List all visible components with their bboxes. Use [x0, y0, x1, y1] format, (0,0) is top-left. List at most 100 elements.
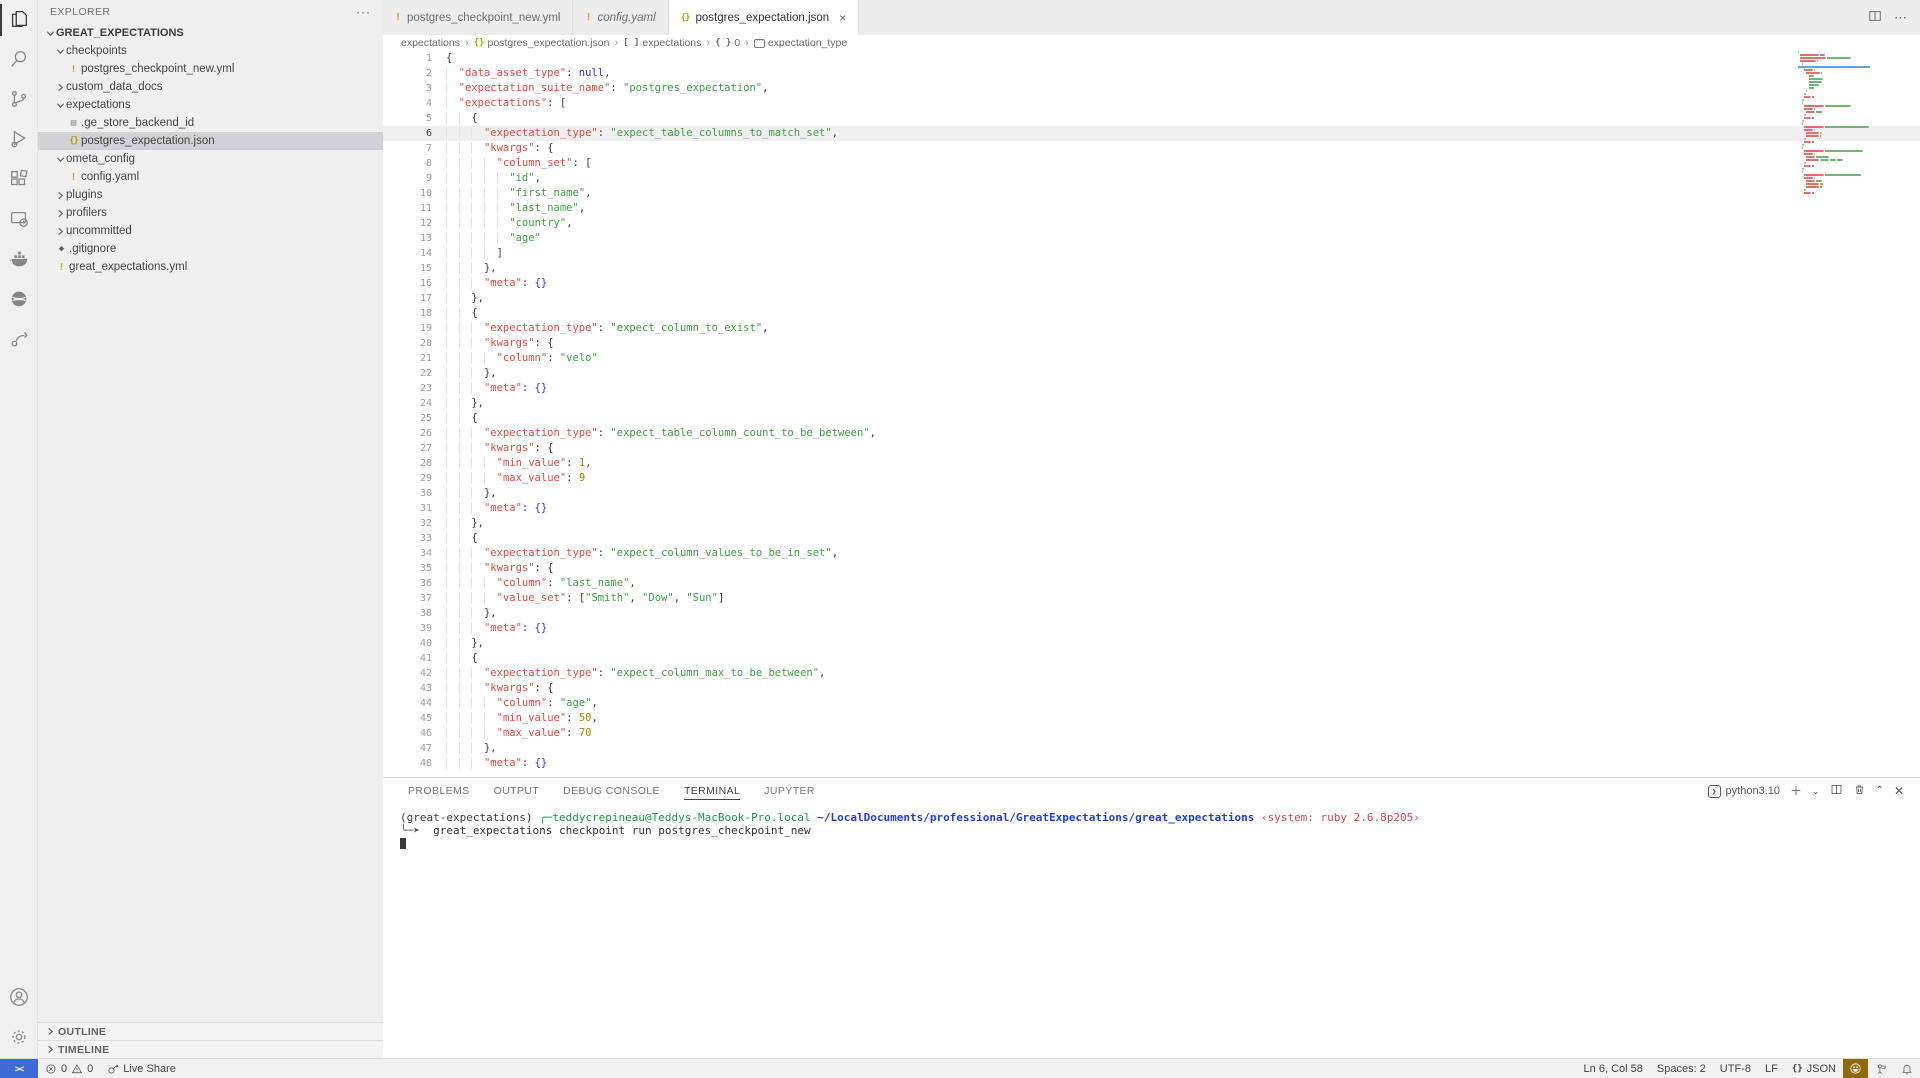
feedback-person[interactable] — [1868, 1059, 1894, 1078]
code-line-23[interactable]: 23 "meta": {} — [383, 381, 1920, 396]
sidebar-item-uncommitted[interactable]: uncommitted — [38, 222, 383, 240]
panel-tab-output[interactable]: OUTPUT — [494, 778, 540, 804]
split-terminal-icon[interactable] — [1830, 783, 1843, 799]
code-line-21[interactable]: 21 "column": "velo" — [383, 351, 1920, 366]
code-line-37[interactable]: 37 "value_set": ["Smith", "Dow", "Sun"] — [383, 591, 1920, 606]
code-line-47[interactable]: 47 }, — [383, 741, 1920, 756]
sidebar-item-config-yaml[interactable]: !config.yaml — [38, 168, 383, 186]
code-line-15[interactable]: 15 }, — [383, 261, 1920, 276]
panel-tab-debug-console[interactable]: DEBUG CONSOLE — [563, 778, 660, 804]
code-line-16[interactable]: 16 "meta": {} — [383, 276, 1920, 291]
code-line-28[interactable]: 28 "min_value": 1, — [383, 456, 1920, 471]
code-line-8[interactable]: 8 "column_set": [ — [383, 156, 1920, 171]
code-line-4[interactable]: 4 "expectations": [ — [383, 96, 1920, 111]
sidebar-item-custom-data-docs[interactable]: custom_data_docs — [38, 78, 383, 96]
code-line-38[interactable]: 38 }, — [383, 606, 1920, 621]
status-language-mode[interactable]: {}JSON — [1785, 1059, 1843, 1078]
code-line-18[interactable]: 18 { — [383, 306, 1920, 321]
status-indentation[interactable]: Spaces: 2 — [1650, 1059, 1713, 1078]
code-line-22[interactable]: 22 }, — [383, 366, 1920, 381]
code-line-9[interactable]: 9 "id", — [383, 171, 1920, 186]
code-line-20[interactable]: 20 "kwargs": { — [383, 336, 1920, 351]
code-editor[interactable]: 1{2 "data_asset_type": null,3 "expectati… — [383, 51, 1920, 777]
problems-status[interactable]: 0 0 — [38, 1059, 100, 1078]
sidebar-item-postgres-checkpoint-new-yml[interactable]: !postgres_checkpoint_new.yml — [38, 60, 383, 78]
code-line-46[interactable]: 46 "max_value": 70 — [383, 726, 1920, 741]
close-icon[interactable]: × — [839, 11, 846, 25]
new-terminal-icon[interactable]: ＋ — [1790, 785, 1802, 797]
code-line-3[interactable]: 3 "expectation_suite_name": "postgres_ex… — [383, 81, 1920, 96]
code-line-32[interactable]: 32 }, — [383, 516, 1920, 531]
code-line-42[interactable]: 42 "expectation_type": "expect_column_ma… — [383, 666, 1920, 681]
code-line-39[interactable]: 39 "meta": {} — [383, 621, 1920, 636]
code-line-45[interactable]: 45 "min_value": 50, — [383, 711, 1920, 726]
code-line-30[interactable]: 30 }, — [383, 486, 1920, 501]
code-line-25[interactable]: 25 { — [383, 411, 1920, 426]
code-line-34[interactable]: 34 "expectation_type": "expect_column_va… — [383, 546, 1920, 561]
activity-bar-item-source-control[interactable] — [0, 80, 38, 120]
code-line-19[interactable]: 19 "expectation_type": "expect_column_to… — [383, 321, 1920, 336]
code-line-44[interactable]: 44 "column": "age", — [383, 696, 1920, 711]
status-cursor-position[interactable]: Ln 6, Col 58 — [1577, 1059, 1650, 1078]
breadcrumb-item-postgres-expectation-json[interactable]: {}postgres_expectation.json — [474, 37, 610, 49]
sidebar-item-postgres-expectation-json[interactable]: {}postgres_expectation.json — [38, 132, 383, 150]
sidebar-item-plugins[interactable]: plugins — [38, 186, 383, 204]
kill-terminal-icon[interactable] — [1853, 783, 1866, 799]
code-line-43[interactable]: 43 "kwargs": { — [383, 681, 1920, 696]
close-panel-icon[interactable]: ✕ — [1894, 785, 1904, 797]
code-line-11[interactable]: 11 "last_name", — [383, 201, 1920, 216]
activity-bar-item-remote-explorer[interactable] — [0, 200, 38, 240]
sidebar-more-actions-icon[interactable]: ··· — [356, 5, 371, 19]
code-line-17[interactable]: 17 }, — [383, 291, 1920, 306]
breadcrumb-item-expectations[interactable]: [ ]expectations — [623, 37, 701, 49]
panel-tab-problems[interactable]: PROBLEMS — [408, 778, 470, 804]
status-encoding[interactable]: UTF-8 — [1713, 1059, 1758, 1078]
sidebar-item-great-expectations-yml[interactable]: !great_expectations.yml — [38, 258, 383, 276]
activity-bar-item-account[interactable] — [0, 978, 38, 1018]
panel-tab-terminal[interactable]: TERMINAL — [684, 778, 740, 804]
code-line-48[interactable]: 48 "meta": {} — [383, 756, 1920, 771]
sidebar-item-profilers[interactable]: profilers — [38, 204, 383, 222]
chevron-down-icon[interactable]: ⌄ — [1812, 787, 1820, 796]
sidebar-section-outline[interactable]: OUTLINE — [38, 1022, 383, 1040]
sidebar-item-gitignore[interactable]: ◆.gitignore — [38, 240, 383, 258]
live-share-status[interactable]: Live Share — [100, 1059, 183, 1078]
code-line-1[interactable]: 1{ — [383, 51, 1920, 66]
activity-bar-item-extensions[interactable] — [0, 160, 38, 200]
code-line-7[interactable]: 7 "kwargs": { — [383, 141, 1920, 156]
code-line-10[interactable]: 10 "first_name", — [383, 186, 1920, 201]
split-editor-icon[interactable] — [1868, 9, 1882, 26]
terminal-output[interactable]: (great-expectations) ╭─teddycrepineau@Te… — [383, 804, 1920, 850]
remote-indicator[interactable]: >< — [0, 1059, 38, 1078]
code-line-41[interactable]: 41 { — [383, 651, 1920, 666]
status-eol[interactable]: LF — [1758, 1059, 1785, 1078]
activity-bar-item-run-debug[interactable] — [0, 120, 38, 160]
code-line-12[interactable]: 12 "country", — [383, 216, 1920, 231]
code-line-29[interactable]: 29 "max_value": 9 — [383, 471, 1920, 486]
code-line-36[interactable]: 36 "column": "last_name", — [383, 576, 1920, 591]
feedback-smiley-badge[interactable] — [1843, 1059, 1868, 1078]
breadcrumb-item-expectations[interactable]: expectations — [401, 37, 460, 49]
activity-bar-item-explorer[interactable] — [0, 0, 38, 40]
sidebar-item-ge-store-backend-id[interactable]: ▤.ge_store_backend_id — [38, 114, 383, 132]
tree-root-great-expectations[interactable]: GREAT_EXPECTATIONS — [38, 24, 383, 42]
tab-config-yaml[interactable]: !config.yaml — [573, 0, 668, 35]
code-line-35[interactable]: 35 "kwargs": { — [383, 561, 1920, 576]
breadcrumb-item-0[interactable]: { }0 — [715, 37, 740, 49]
activity-bar-item-docker[interactable] — [0, 240, 38, 280]
code-line-40[interactable]: 40 }, — [383, 636, 1920, 651]
maximize-panel-icon[interactable]: ⌃ — [1876, 786, 1884, 796]
activity-bar-item-jupyter[interactable] — [0, 280, 38, 320]
code-line-33[interactable]: 33 { — [383, 531, 1920, 546]
code-line-24[interactable]: 24 }, — [383, 396, 1920, 411]
code-line-5[interactable]: 5 { — [383, 111, 1920, 126]
notifications[interactable] — [1894, 1059, 1920, 1078]
code-line-13[interactable]: 13 "age" — [383, 231, 1920, 246]
panel-tab-jupyter[interactable]: JUPYTER — [764, 778, 815, 804]
activity-bar-item-search[interactable] — [0, 40, 38, 80]
tab-postgres-checkpoint-new-yml[interactable]: !postgres_checkpoint_new.yml — [383, 0, 573, 35]
minimap[interactable] — [1798, 51, 1870, 777]
tab-postgres-expectation-json[interactable]: {}postgres_expectation.json× — [669, 0, 859, 35]
sidebar-item-expectations[interactable]: expectations — [38, 96, 383, 114]
more-actions-icon[interactable]: ⋯ — [1894, 10, 1908, 26]
